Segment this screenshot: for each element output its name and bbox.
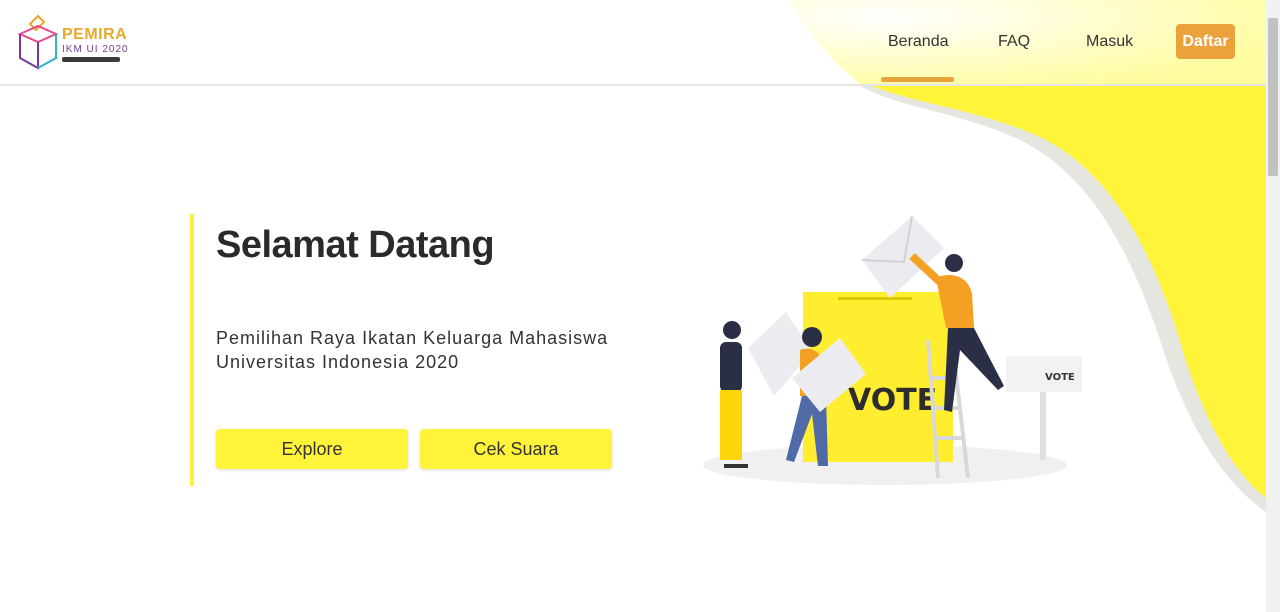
- nav-faq[interactable]: FAQ: [998, 33, 1030, 51]
- nav-masuk[interactable]: Masuk: [1086, 33, 1133, 51]
- ballot-box-icon: [17, 14, 59, 70]
- vote-sign: VOTE: [1006, 356, 1082, 460]
- logo-tagline-bar: [62, 57, 120, 62]
- hero-subtitle: Pemilihan Raya Ikatan Keluarga Mahasiswa…: [216, 328, 609, 372]
- scrollbar-thumb[interactable]: [1268, 18, 1278, 176]
- daftar-button[interactable]: Daftar: [1176, 24, 1235, 59]
- logo-title: PEMIRA: [62, 26, 128, 43]
- envelope-top: [861, 215, 944, 298]
- cek-suara-button[interactable]: Cek Suara: [420, 429, 612, 469]
- page-scrollbar[interactable]: [1266, 0, 1280, 612]
- nav-beranda[interactable]: Beranda: [888, 33, 949, 51]
- hero-accent-bar: [190, 214, 194, 486]
- top-navbar: PEMIRA IKM UI 2020 Beranda FAQ Masuk Daf…: [0, 0, 1266, 86]
- vote-sign-label: VOTE: [1045, 372, 1075, 383]
- hero-section: Selamat Datang Pemilihan Raya Ikatan Kel…: [190, 214, 650, 486]
- explore-button[interactable]: Explore: [216, 429, 408, 469]
- logo-subtitle: IKM UI 2020: [62, 44, 129, 55]
- nav-active-indicator: [881, 77, 954, 82]
- page-title: Selamat Datang: [216, 224, 495, 266]
- ballot-box-label: VOTE: [848, 383, 937, 418]
- voting-illustration: VOTE VOTE: [703, 215, 1082, 485]
- pemira-logo[interactable]: PEMIRA IKM UI 2020: [16, 12, 136, 72]
